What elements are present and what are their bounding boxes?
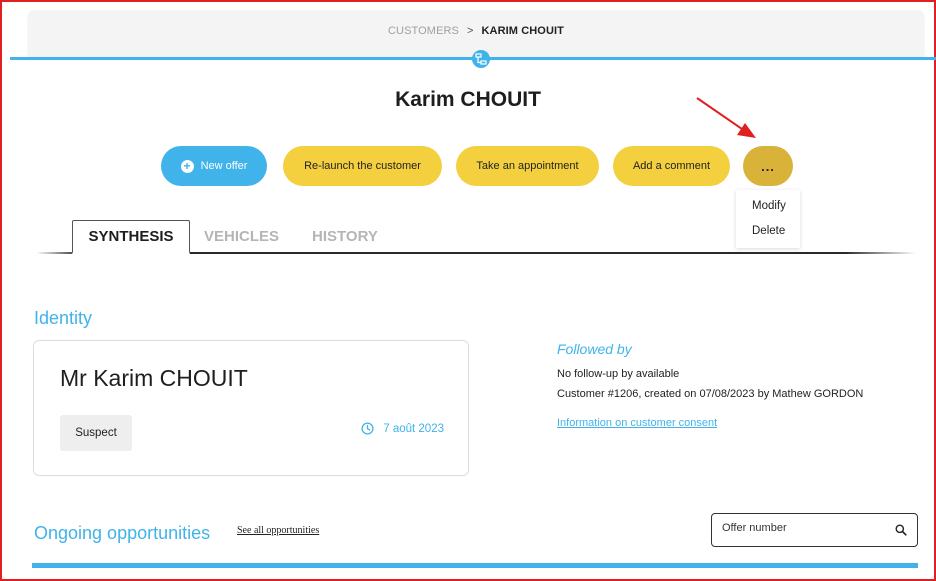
opportunities-section-title: Ongoing opportunities (34, 523, 211, 543)
new-offer-button[interactable]: + New offer (161, 146, 267, 186)
follow-up-status: No follow-up by available (557, 368, 680, 380)
offer-number-input[interactable] (722, 522, 882, 534)
customer-consent-link[interactable]: Information on customer consent (557, 417, 717, 429)
followed-by-title: Followed by (557, 341, 632, 357)
opportunities-divider (32, 563, 918, 568)
tab-history[interactable]: HISTORY (312, 220, 378, 253)
plus-circle-icon: + (180, 159, 194, 173)
creation-date-value: 7 août 2023 (383, 422, 444, 435)
status-badge: Suspect (60, 415, 132, 451)
new-offer-label: New offer (200, 160, 248, 172)
clock-icon (361, 422, 374, 435)
more-actions-button[interactable]: ... (743, 146, 793, 186)
tab-bar: SYNTHESIS VEHICLES HISTORY (36, 220, 916, 256)
breadcrumb-current: KARIM CHOUIT (481, 25, 564, 37)
breadcrumb-separator: > (466, 25, 474, 37)
identity-card: Mr Karim CHOUIT Suspect 7 août 2023 (33, 340, 469, 476)
org-chart-icon[interactable] (472, 50, 490, 68)
relaunch-customer-button[interactable]: Re-launch the customer (283, 146, 442, 186)
customer-creation-info: Customer #1206, created on 07/08/2023 by… (557, 388, 864, 400)
identity-section-title: Identity (34, 308, 93, 328)
menu-item-modify[interactable]: Modify (752, 200, 786, 212)
breadcrumb-bar: CUSTOMERS > KARIM CHOUIT (28, 10, 924, 56)
customer-full-name: Mr Karim CHOUIT (60, 365, 248, 391)
add-comment-button[interactable]: Add a comment (613, 146, 730, 186)
page-title: Karim CHOUIT (395, 88, 541, 111)
breadcrumb-customers-link[interactable]: CUSTOMERS (388, 25, 459, 37)
tab-vehicles[interactable]: VEHICLES (204, 220, 279, 253)
see-all-opportunities-link[interactable]: See all opportunities (237, 525, 319, 536)
search-icon[interactable] (894, 523, 908, 537)
tab-synthesis[interactable]: SYNTHESIS (72, 220, 190, 254)
take-appointment-button[interactable]: Take an appointment (456, 146, 599, 186)
offer-number-search (711, 513, 918, 547)
breadcrumb: CUSTOMERS > KARIM CHOUIT (28, 25, 924, 37)
creation-date: 7 août 2023 (361, 422, 444, 435)
